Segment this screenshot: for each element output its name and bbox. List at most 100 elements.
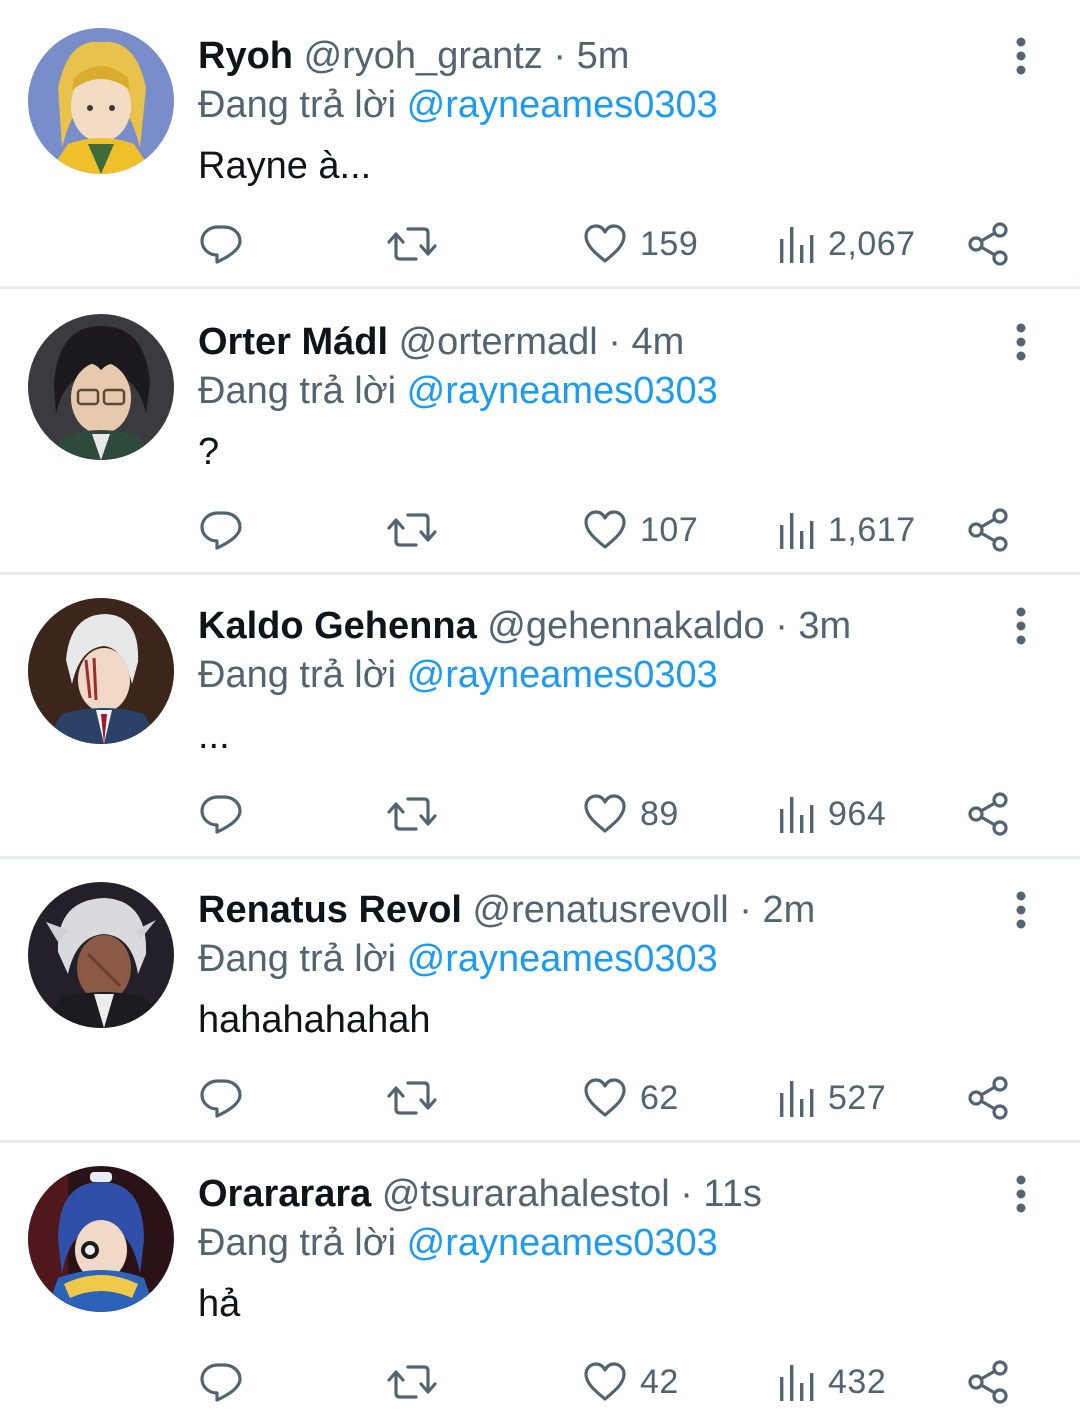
heart-icon bbox=[584, 794, 626, 833]
tweet-text: Rayne à... bbox=[198, 145, 372, 187]
retweet-button[interactable] bbox=[386, 788, 438, 840]
view-count: 964 bbox=[828, 794, 887, 833]
share-icon bbox=[968, 222, 1008, 266]
more-options-button[interactable] bbox=[1002, 604, 1040, 648]
more-vertical-icon bbox=[1016, 607, 1026, 645]
user-handle[interactable]: @ortermadl bbox=[399, 321, 598, 363]
like-button[interactable]: 42 bbox=[582, 1356, 679, 1408]
reply-button[interactable] bbox=[198, 218, 244, 270]
user-handle[interactable]: @renatusrevoll bbox=[473, 889, 729, 931]
like-button[interactable]: 159 bbox=[582, 218, 698, 270]
replying-to: Đang trả lời @rayneames0303 bbox=[198, 650, 718, 700]
replying-to-label: Đang trả lời bbox=[198, 370, 397, 412]
like-button[interactable]: 107 bbox=[582, 504, 698, 556]
reply-button[interactable] bbox=[198, 1072, 244, 1124]
mention-link[interactable]: @rayneames0303 bbox=[407, 938, 718, 980]
reply-icon bbox=[200, 795, 242, 834]
tweet-header: Orter Mádl @ortermadl · 4m bbox=[198, 316, 684, 368]
views-icon bbox=[780, 1365, 814, 1401]
retweet-button[interactable] bbox=[386, 1356, 438, 1408]
share-button[interactable] bbox=[964, 504, 1012, 556]
timestamp[interactable]: 4m bbox=[631, 321, 684, 363]
share-button[interactable] bbox=[964, 1072, 1012, 1124]
mention-link[interactable]: @rayneames0303 bbox=[407, 654, 718, 696]
mention-link[interactable]: @rayneames0303 bbox=[407, 84, 718, 126]
tweet-item[interactable]: Renatus Revol @renatusrevoll · 2m Đang t… bbox=[0, 854, 1080, 1138]
share-icon bbox=[968, 792, 1008, 836]
tweet-item[interactable]: Orter Mádl @ortermadl · 4m Đang trả lời … bbox=[0, 286, 1080, 570]
tweet-text: ? bbox=[198, 431, 220, 473]
avatar[interactable] bbox=[28, 882, 174, 1028]
more-options-button[interactable] bbox=[1002, 1172, 1040, 1216]
share-button[interactable] bbox=[964, 1356, 1012, 1408]
retweet-button[interactable] bbox=[386, 504, 438, 556]
reply-button[interactable] bbox=[198, 504, 244, 556]
views-button[interactable]: 1,617 bbox=[776, 504, 916, 556]
reply-button[interactable] bbox=[198, 788, 244, 840]
tweet-actions: 159 2,067 bbox=[0, 218, 1080, 270]
display-name[interactable]: Orter Mádl bbox=[198, 321, 388, 363]
share-icon bbox=[968, 1076, 1008, 1120]
views-button[interactable]: 527 bbox=[776, 1072, 886, 1124]
display-name[interactable]: Orararara bbox=[198, 1173, 371, 1215]
retweet-icon bbox=[387, 797, 437, 831]
avatar-image bbox=[28, 598, 174, 744]
like-count: 159 bbox=[640, 224, 699, 263]
retweet-button[interactable] bbox=[386, 1072, 438, 1124]
views-button[interactable]: 2,067 bbox=[776, 218, 916, 270]
view-count: 2,067 bbox=[828, 224, 916, 263]
separator-dot: · bbox=[775, 605, 788, 647]
like-button[interactable]: 62 bbox=[582, 1072, 679, 1124]
mention-link[interactable]: @rayneames0303 bbox=[407, 370, 718, 412]
more-options-button[interactable] bbox=[1002, 888, 1040, 932]
avatar-image bbox=[28, 1166, 174, 1312]
separator-dot: · bbox=[739, 889, 752, 931]
like-count: 42 bbox=[640, 1362, 679, 1401]
views-button[interactable]: 964 bbox=[776, 788, 886, 840]
avatar[interactable] bbox=[28, 314, 174, 460]
share-icon bbox=[968, 1360, 1008, 1404]
tweet-header: Ryoh @ryoh_grantz · 5m bbox=[198, 30, 629, 82]
display-name[interactable]: Kaldo Gehenna bbox=[198, 605, 477, 647]
views-button[interactable]: 432 bbox=[776, 1356, 886, 1408]
tweet-actions: 107 1,617 bbox=[0, 504, 1080, 556]
heart-icon bbox=[584, 224, 626, 263]
avatar[interactable] bbox=[28, 1166, 174, 1312]
heart-icon bbox=[584, 510, 626, 549]
timestamp[interactable]: 11s bbox=[703, 1173, 761, 1215]
tweet-item[interactable]: Ryoh @ryoh_grantz · 5m Đang trả lời @ray… bbox=[0, 0, 1080, 284]
replying-to: Đang trả lời @rayneames0303 bbox=[198, 80, 718, 130]
retweet-button[interactable] bbox=[386, 218, 438, 270]
share-button[interactable] bbox=[964, 218, 1012, 270]
reply-icon bbox=[200, 1079, 242, 1118]
avatar-image bbox=[28, 314, 174, 460]
more-options-button[interactable] bbox=[1002, 34, 1040, 78]
display-name[interactable]: Ryoh bbox=[198, 35, 293, 77]
display-name[interactable]: Renatus Revol bbox=[198, 889, 462, 931]
separator-dot: · bbox=[680, 1173, 693, 1215]
timestamp[interactable]: 5m bbox=[577, 35, 630, 77]
user-handle[interactable]: @ryoh_grantz bbox=[304, 35, 543, 77]
user-handle[interactable]: @gehennakaldo bbox=[487, 605, 764, 647]
avatar[interactable] bbox=[28, 598, 174, 744]
avatar[interactable] bbox=[28, 28, 174, 174]
tweet-header: Renatus Revol @renatusrevoll · 2m bbox=[198, 884, 815, 936]
tweet-actions: 89 964 bbox=[0, 788, 1080, 840]
more-options-button[interactable] bbox=[1002, 320, 1040, 364]
like-button[interactable]: 89 bbox=[582, 788, 679, 840]
timestamp[interactable]: 2m bbox=[762, 889, 815, 931]
share-button[interactable] bbox=[964, 788, 1012, 840]
tweet-item[interactable]: Kaldo Gehenna @gehennakaldo · 3m Đang tr… bbox=[0, 570, 1080, 854]
reply-button[interactable] bbox=[198, 1356, 244, 1408]
tweet-actions: 62 527 bbox=[0, 1072, 1080, 1124]
timestamp[interactable]: 3m bbox=[798, 605, 851, 647]
tweet-item[interactable]: Orararara @tsurarahalestol · 11s Đang tr… bbox=[0, 1138, 1080, 1422]
retweet-icon bbox=[387, 513, 437, 547]
replying-to: Đang trả lời @rayneames0303 bbox=[198, 934, 718, 984]
view-count: 527 bbox=[828, 1078, 887, 1117]
retweet-icon bbox=[387, 1365, 437, 1399]
heart-icon bbox=[584, 1078, 626, 1117]
replying-to-label: Đang trả lời bbox=[198, 938, 397, 980]
mention-link[interactable]: @rayneames0303 bbox=[407, 1222, 718, 1264]
user-handle[interactable]: @tsurarahalestol bbox=[382, 1173, 670, 1215]
